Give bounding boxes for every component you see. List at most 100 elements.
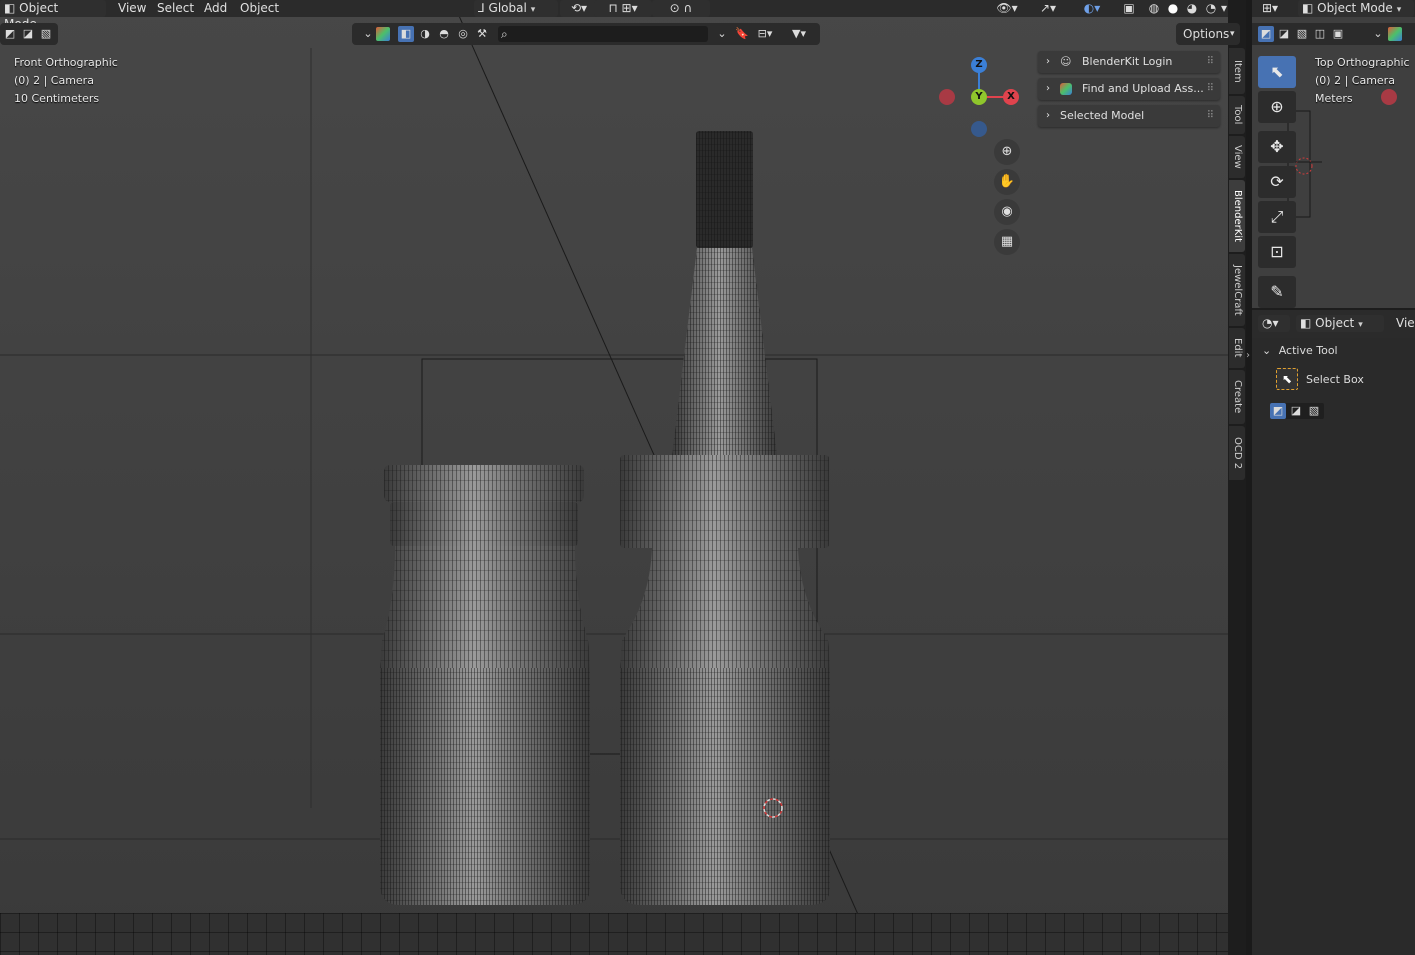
drag-grip-icon[interactable]: ⠿ [1207, 105, 1214, 127]
select-intersect-icon[interactable]: ▣ [1330, 26, 1346, 42]
visibility-icon[interactable]: 👁▾ [992, 0, 1022, 17]
object-icon: ◧ [1300, 316, 1312, 330]
right-mode-dropdown[interactable]: ◧ Object Mode ▾ [1298, 0, 1414, 17]
rotate-tool-icon[interactable]: ⟳ [1258, 166, 1296, 198]
select-subtract-icon[interactable]: ▧ [1306, 403, 1322, 419]
move-tool-icon[interactable]: ✥ [1258, 131, 1296, 163]
z-axis-icon[interactable]: Z [971, 57, 987, 73]
tab-blenderkit[interactable]: BlenderKit [1229, 180, 1245, 252]
right-selection-toolbar: ◩ ◪ ▧ ◫ ▣ ⌄ [1252, 23, 1415, 45]
bookmark-icon[interactable]: 🔖 [734, 26, 750, 42]
wireframe-shading-icon[interactable]: ◍ [1145, 0, 1163, 17]
3d-viewport[interactable]: Front Orthographic (0) 2 | Camera 10 Cen… [0, 0, 1228, 955]
drag-grip-icon[interactable]: ⠿ [1207, 78, 1214, 100]
menu-view[interactable]: View [1396, 315, 1415, 332]
tab-view[interactable]: View [1229, 136, 1245, 178]
tab-jewelcraft[interactable]: JewelCraft [1229, 254, 1245, 326]
viewport-scene [0, 0, 1228, 955]
transform-tool-icon[interactable]: ⊡ [1258, 236, 1296, 268]
zoom-icon[interactable]: ⊕ [994, 139, 1020, 165]
sidebar-tabs: Item Tool View BlenderKit JewelCraft Edi… [1228, 48, 1246, 488]
select-extend-icon[interactable]: ◪ [20, 26, 36, 42]
camera-view-icon[interactable]: ◉ [994, 199, 1020, 225]
context-dropdown[interactable]: ◧ Object ▾ [1296, 315, 1384, 332]
tab-create[interactable]: Create [1229, 370, 1245, 424]
chevron-down-icon[interactable]: ⌄ [1370, 26, 1386, 42]
mode-dropdown[interactable]: ◧ Object Mode▾ [0, 0, 106, 31]
right-collection-info: (0) 2 | Camera [1315, 74, 1395, 87]
snap-icon[interactable]: ⊓ ⊞▾ [594, 0, 652, 17]
asset-models-icon[interactable]: ◧ [398, 26, 414, 42]
right-view-name: Top Orthographic [1315, 56, 1410, 69]
asset-scenes-icon[interactable]: ◎ [455, 26, 471, 42]
expand-arrow-icon[interactable]: › [1246, 350, 1250, 361]
drag-grip-icon[interactable]: ⠿ [1207, 51, 1214, 73]
proportional-edit-icon[interactable]: ⊙ ∩ [652, 0, 710, 17]
layout-options-icon[interactable]: ⊟▾ [752, 26, 778, 42]
cursor-tool-icon[interactable]: ⊕ [1258, 91, 1296, 123]
select-new-icon[interactable]: ◩ [1270, 403, 1286, 419]
chevron-down-icon[interactable]: ⌄ [360, 26, 376, 42]
menu-add[interactable]: Add [204, 0, 227, 17]
y-axis-icon[interactable]: Y [971, 89, 987, 105]
orientation-icon: ⅃ [478, 1, 485, 15]
select-extend-icon[interactable]: ◪ [1288, 403, 1304, 419]
overlay-toggle-icon[interactable]: ◐▾ [1074, 0, 1110, 17]
gizmo-toggle-icon[interactable]: ↗▾ [1030, 0, 1066, 17]
right-viewport-header: ⊞▾ ◧ Object Mode ▾ [1252, 0, 1415, 17]
select-invert-icon[interactable]: ◫ [1312, 26, 1328, 42]
blenderkit-logo-icon[interactable] [376, 27, 390, 41]
select-box-icon[interactable]: ⬉ [1276, 368, 1298, 390]
neg-x-axis-icon[interactable] [939, 89, 955, 105]
ortho-grid-icon[interactable]: ▦ [994, 229, 1020, 255]
right-grid-scale: Meters [1315, 92, 1353, 105]
transform-orientation-dropdown[interactable]: ⅃ Global ▾ [474, 0, 558, 17]
object-mode-icon: ◧ [1302, 1, 1314, 15]
asset-materials-icon[interactable]: ◑ [417, 26, 433, 42]
select-new-icon[interactable]: ◩ [1258, 26, 1274, 42]
select-subtract-icon[interactable]: ▧ [38, 26, 54, 42]
tab-ocd2[interactable]: OCD 2 [1229, 426, 1245, 480]
select-extend-icon[interactable]: ◪ [1276, 26, 1292, 42]
menu-object[interactable]: Object [240, 0, 279, 17]
view-name: Front Orthographic [14, 56, 118, 69]
pivot-point-icon[interactable]: ⟲▾ [560, 0, 598, 17]
options-dropdown[interactable]: Options ▾ [1176, 23, 1240, 45]
blenderkit-logo-icon[interactable] [1388, 27, 1402, 41]
chevron-right-icon: › [1046, 83, 1050, 94]
menu-select[interactable]: Select [157, 0, 194, 17]
filter-icon[interactable]: ▼▾ [784, 26, 814, 42]
selected-model-panel[interactable]: › Selected Model ⠿ [1038, 105, 1220, 127]
neg-z-axis-icon[interactable] [971, 121, 987, 137]
select-subtract-icon[interactable]: ▧ [1294, 26, 1310, 42]
active-tool-header[interactable]: ⌄ Active Tool [1262, 344, 1338, 357]
asset-brushes-icon[interactable]: ⚒ [474, 26, 490, 42]
menu-view[interactable]: View [118, 0, 146, 17]
tab-edit[interactable]: Edit [1229, 328, 1245, 368]
solid-shading-icon[interactable]: ● [1164, 0, 1182, 17]
tab-tool[interactable]: Tool [1229, 96, 1245, 134]
user-icon: ☺ [1060, 55, 1072, 68]
chevron-down-icon[interactable]: ▾ [1220, 0, 1228, 17]
blenderkit-toolbar: ⌄ ◧ ◑ ◓ ◎ ⚒ ⌕ ⌄ 🔖 ⊟▾ ▼▾ [352, 23, 820, 45]
annotate-tool-icon[interactable]: ✎ [1258, 276, 1296, 308]
editor-type-icon[interactable]: ⊞▾ [1262, 0, 1278, 17]
rendered-shading-icon[interactable]: ◔ [1202, 0, 1220, 17]
tab-item[interactable]: Item [1229, 48, 1245, 94]
asset-search-input[interactable]: ⌕ [498, 26, 708, 42]
select-new-icon[interactable]: ◩ [2, 26, 18, 42]
x-axis-icon[interactable]: X [1003, 89, 1019, 105]
pan-hand-icon[interactable]: ✋ [994, 169, 1020, 195]
scale-tool-icon[interactable]: ⤢ [1258, 201, 1296, 233]
select-box-tool-icon[interactable]: ⬉ [1258, 56, 1296, 88]
chevron-down-icon[interactable]: ⌄ [714, 26, 730, 42]
blenderkit-login-panel[interactable]: › ☺ BlenderKit Login ⠿ [1038, 51, 1220, 73]
material-shading-icon[interactable]: ◕ [1183, 0, 1201, 17]
neg-x-axis-icon[interactable] [1381, 89, 1397, 105]
find-upload-panel[interactable]: › Find and Upload Ass... ⠿ [1038, 78, 1220, 100]
chevron-right-icon: › [1046, 56, 1050, 67]
asset-hdr-icon[interactable]: ◓ [436, 26, 452, 42]
chevron-down-icon: ▾ [1396, 5, 1402, 15]
editor-type-icon[interactable]: ◔▾ [1258, 315, 1290, 332]
xray-icon[interactable]: ▣ [1120, 0, 1138, 17]
